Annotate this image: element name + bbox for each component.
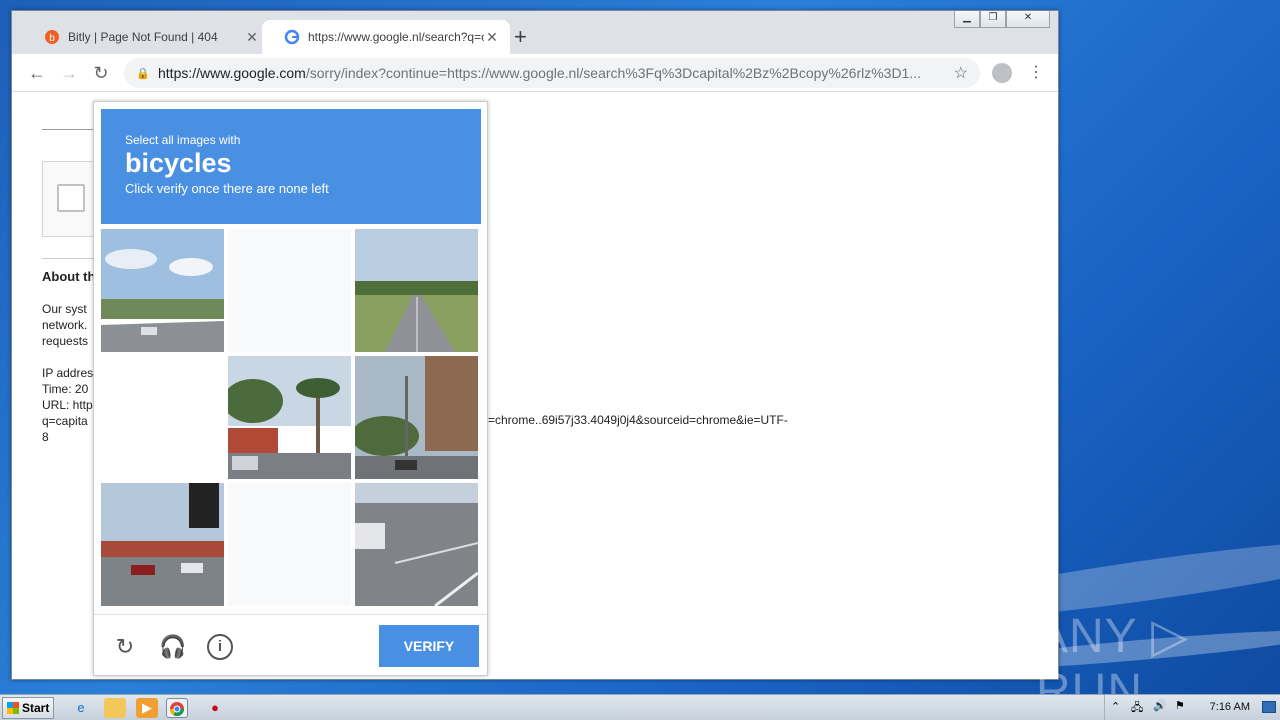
action-center-flag-icon[interactable]: ⚑ (1175, 699, 1185, 712)
clock: 7:16 AM (1209, 701, 1250, 713)
reload-icon[interactable]: ↻ (90, 62, 112, 84)
text-line: q=capita (42, 414, 88, 428)
request-details: IP addres Time: 20 URL: http q=capita 8 (42, 365, 93, 445)
text-line: Our syst (42, 302, 87, 316)
text-line: IP addres (42, 366, 94, 380)
tab-close-icon[interactable]: ✕ (484, 29, 500, 46)
captcha-tile[interactable] (228, 356, 351, 479)
captcha-tile-empty[interactable] (101, 356, 224, 479)
close-window-button[interactable]: ✕ (1006, 11, 1050, 28)
start-label: Start (22, 701, 50, 715)
text-line: 8 (42, 430, 49, 444)
street-image (355, 356, 478, 479)
street-image (228, 356, 351, 479)
verify-button[interactable]: VERIFY (379, 625, 479, 667)
address-bar[interactable]: 🔒 https://www.google.com /sorry/index?co… (124, 58, 980, 88)
back-icon[interactable]: ← (26, 62, 48, 84)
captcha-tile[interactable] (101, 483, 224, 606)
system-tray: ⌃ 🖧 🔊 ⚑ 7:16 AM (1104, 695, 1280, 720)
about-heading: About th (42, 269, 96, 284)
captcha-challenge: Select all images with bicycles Click ve… (93, 101, 488, 676)
text-line: URL: http (42, 398, 93, 412)
bitly-favicon-icon: b (45, 30, 59, 44)
text-line: Time: 20 (42, 382, 89, 396)
tab-bitly[interactable]: b Bitly | Page Not Found | 404 ✕ (22, 20, 270, 54)
captcha-tile-empty[interactable] (228, 229, 351, 352)
restore-button[interactable]: ❐ (980, 11, 1006, 28)
profile-avatar-icon[interactable] (992, 63, 1012, 83)
captcha-tile-empty[interactable] (228, 483, 351, 606)
forward-icon[interactable]: → (58, 62, 80, 84)
windows-logo-icon (7, 702, 19, 714)
street-image (355, 483, 478, 606)
chrome-taskbar-icon[interactable] (166, 698, 188, 718)
street-image (355, 229, 478, 352)
google-favicon-icon (284, 29, 300, 45)
reload-challenge-icon[interactable]: ↻ (112, 634, 138, 660)
media-player-icon[interactable]: ▶ (136, 698, 158, 718)
internet-explorer-icon[interactable]: e (70, 698, 92, 718)
show-desktop-icon[interactable] (1262, 701, 1276, 713)
captcha-hint: Click verify once there are none left (125, 181, 329, 196)
menu-kebab-icon[interactable]: ⋮ (1028, 62, 1044, 82)
minimize-button[interactable]: ▁ (954, 11, 980, 28)
street-image (101, 229, 224, 352)
url-continuation-text: =chrome..69i57j33.4049j0j4&sourceid=chro… (488, 413, 788, 427)
street-image (101, 483, 224, 606)
url-host: https://www.google.com (158, 65, 306, 81)
lock-icon: 🔒 (136, 67, 150, 80)
captcha-tile[interactable] (355, 483, 478, 606)
info-icon[interactable]: i (207, 634, 233, 660)
taskbar: Start e ▶ ● ⌃ 🖧 🔊 ⚑ 7:16 AM (0, 694, 1280, 720)
start-button[interactable]: Start (2, 697, 54, 719)
tab-title: Bitly | Page Not Found | 404 (68, 30, 218, 44)
svg-text:b: b (49, 33, 55, 44)
tab-strip: b Bitly | Page Not Found | 404 ✕ https:/… (12, 11, 1058, 54)
captcha-tile[interactable] (101, 229, 224, 352)
captcha-instruction: Select all images with (125, 133, 241, 147)
tab-google[interactable]: https://www.google.nl/search?q=ca ✕ (262, 20, 510, 54)
recaptcha-checkbox[interactable] (57, 184, 85, 212)
captcha-tile[interactable] (355, 229, 478, 352)
tray-expand-icon[interactable]: ⌃ (1111, 700, 1120, 713)
captcha-footer: ↻ 🎧 i VERIFY (94, 614, 487, 676)
new-tab-button[interactable]: + (514, 25, 527, 49)
url-path: /sorry/index?continue=https://www.google… (305, 65, 922, 81)
text-line: network. (42, 318, 88, 332)
captcha-target-object: bicycles (125, 148, 232, 178)
opera-icon[interactable]: ● (204, 698, 226, 718)
captcha-tile[interactable] (355, 356, 478, 479)
tab-close-icon[interactable]: ✕ (244, 29, 260, 46)
window-controls: ▁ ❐ ✕ (954, 11, 1050, 28)
text-line: requests (42, 334, 89, 348)
bookmark-star-icon[interactable]: ☆ (954, 63, 968, 83)
audio-challenge-icon[interactable]: 🎧 (159, 634, 186, 660)
browser-toolbar: ← → ↻ 🔒 https://www.google.com /sorry/in… (12, 54, 1058, 92)
network-icon[interactable]: 🖧 (1131, 699, 1143, 718)
volume-icon[interactable]: 🔊 (1153, 699, 1167, 712)
file-explorer-icon[interactable] (104, 698, 126, 718)
captcha-header: Select all images with bicycles Click ve… (101, 109, 481, 224)
explanation-text: Our syst network. requests (42, 301, 88, 349)
tab-title: https://www.google.nl/search?q=ca (308, 30, 484, 44)
